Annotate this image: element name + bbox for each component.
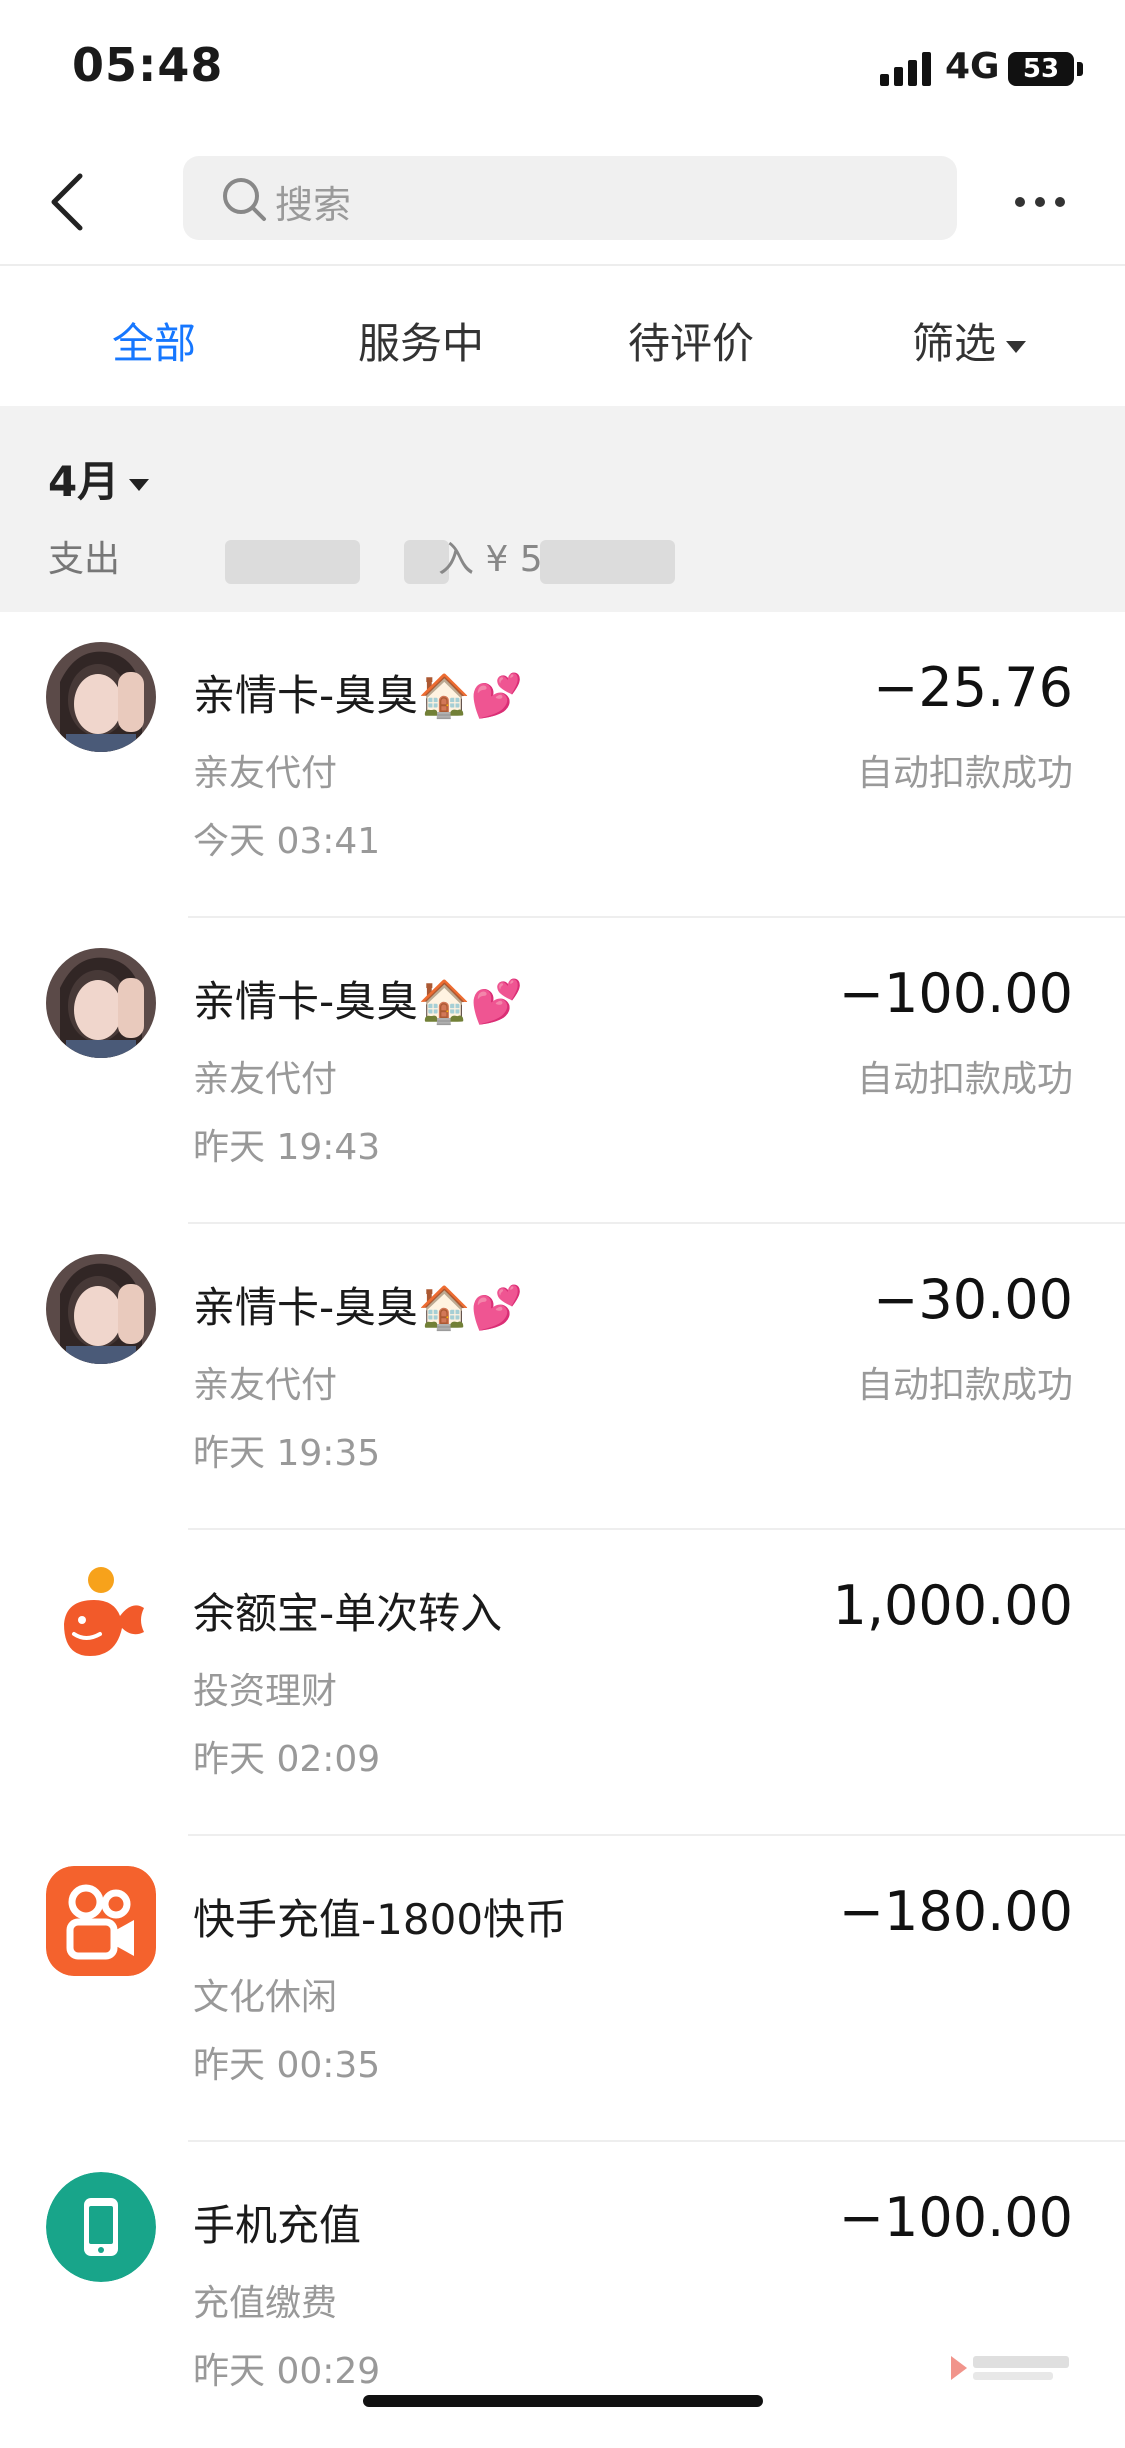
tx-category: 亲友代付 [193,753,338,794]
tx-amount: 1,000.00 [832,1574,1073,1637]
user-avatar-icon [46,948,156,1058]
tx-time: 昨天 00:29 [193,2351,381,2392]
yuebao-icon [46,1560,156,1670]
tx-amount: −30.00 [873,1268,1073,1331]
tx-amount: −100.00 [838,2186,1073,2249]
tx-status: 自动扣款成功 [856,753,1073,794]
list-item[interactable]: 亲情卡-臭臭🏠💕 亲友代付 昨天 19:43 −100.00 自动扣款成功 [0,918,1125,1224]
tx-title: 亲情卡-臭臭🏠💕 [193,977,523,1026]
tab-in-service[interactable]: 服务中 [358,310,484,371]
chevron-down-icon [129,478,150,491]
tx-status: 自动扣款成功 [856,1365,1073,1406]
tx-time: 昨天 19:35 [193,1433,381,1474]
tab-filter[interactable]: 筛选 [912,310,1027,371]
chevron-down-icon [1006,340,1027,353]
tx-category: 投资理财 [193,1671,338,1712]
tx-time: 昨天 19:43 [193,1127,381,1168]
tx-title: 余额宝-单次转入 [193,1589,503,1638]
status-bar: 05:48 4G 53 [0,0,1125,140]
tx-title: 手机充值 [193,2201,362,2250]
tx-category: 亲友代付 [193,1365,338,1406]
watermark-logo-icon [951,2356,1069,2380]
summary-partial: 入 ¥ 5 [438,539,543,580]
user-avatar-icon [46,1254,156,1364]
list-item[interactable]: 亲情卡-臭臭🏠💕 亲友代付 昨天 19:35 −30.00 自动扣款成功 [0,1224,1125,1530]
search-placeholder: 搜索 [275,183,352,227]
list-item[interactable]: 余额宝-单次转入 投资理财 昨天 02:09 1,000.00 [0,1530,1125,1836]
kuaishou-icon [46,1866,156,1976]
month-selector[interactable]: 4月 [48,448,150,509]
summary-prefix: 支出 [48,539,121,580]
filter-tabs: 全部 服务中 待评价 筛选 [0,266,1125,406]
more-options-icon[interactable] [1010,180,1070,224]
transaction-list: 亲情卡-臭臭🏠💕 亲友代付 今天 03:41 −25.76 自动扣款成功 亲情卡… [0,612,1125,2448]
user-avatar-icon [46,642,156,752]
list-item[interactable]: 亲情卡-臭臭🏠💕 亲友代付 今天 03:41 −25.76 自动扣款成功 [0,612,1125,918]
phone-recharge-icon [46,2172,156,2282]
blurred-amount [225,540,360,584]
tx-amount: −180.00 [838,1880,1073,1943]
tx-category: 文化休闲 [193,1977,338,2018]
battery-icon: 53 [1008,52,1074,86]
tab-pending-review[interactable]: 待评价 [628,310,754,371]
month-label: 4月 [48,457,120,506]
network-type: 4G [945,46,1000,87]
home-indicator [363,2395,763,2407]
signal-icon [880,52,931,86]
blurred-amount [540,540,675,584]
list-item[interactable]: 快手充值-1800快币 文化休闲 昨天 00:35 −180.00 [0,1836,1125,2142]
tx-category: 亲友代付 [193,1059,338,1100]
search-icon [223,178,266,221]
tx-time: 昨天 02:09 [193,1739,381,1780]
filter-label: 筛选 [912,319,997,368]
nav-bar: 搜索 [0,140,1125,264]
tx-amount: −100.00 [838,962,1073,1025]
month-summary: 4月 支出 入 ¥ 5 [0,406,1125,612]
search-input[interactable]: 搜索 [183,156,957,240]
back-arrow-icon[interactable] [40,170,100,234]
status-time: 05:48 [72,38,224,92]
tx-title: 亲情卡-臭臭🏠💕 [193,671,523,720]
tx-time: 今天 03:41 [193,821,381,862]
tx-category: 充值缴费 [193,2283,338,2324]
tx-title: 亲情卡-臭臭🏠💕 [193,1283,523,1332]
battery-tip [1077,62,1083,76]
summary-text: 支出 [48,530,120,582]
tx-amount: −25.76 [873,656,1073,719]
tx-status: 自动扣款成功 [856,1059,1073,1100]
tab-all[interactable]: 全部 [112,310,196,371]
tx-time: 昨天 00:35 [193,2045,381,2086]
tx-title: 快手充值-1800快币 [193,1895,568,1944]
